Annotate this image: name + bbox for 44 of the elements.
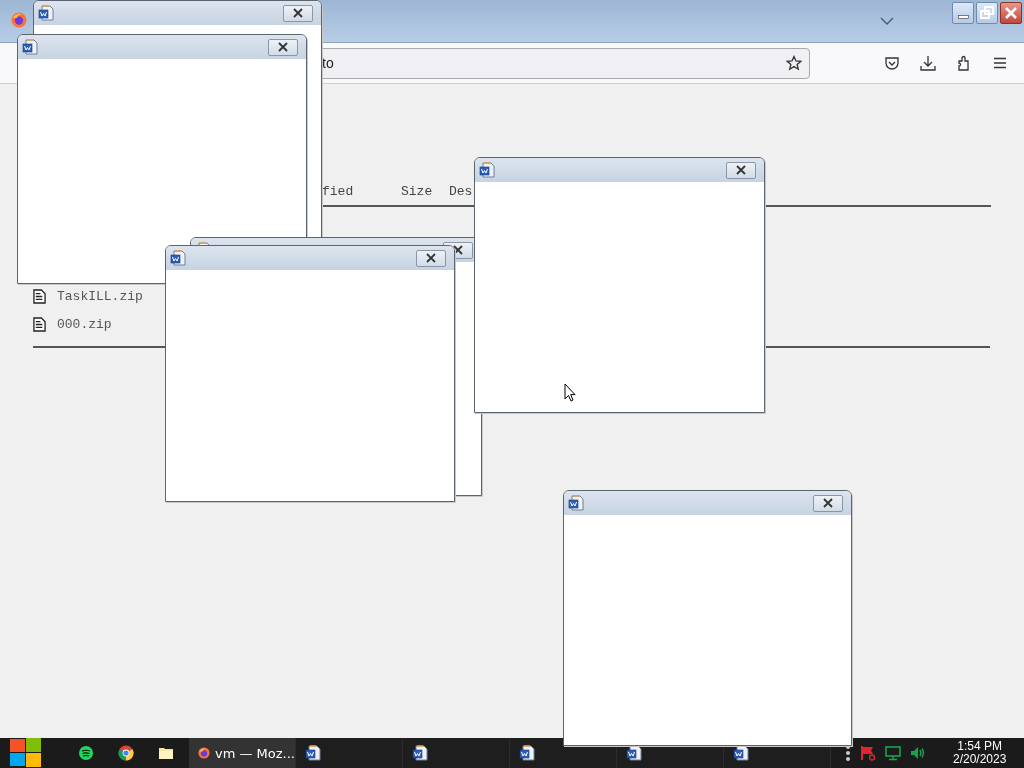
firefox-icon[interactable] — [11, 11, 27, 28]
minimize-button[interactable] — [952, 2, 974, 24]
clock-time: 1:54 PM — [957, 740, 1003, 753]
download-icon[interactable] — [920, 55, 936, 71]
puzzle-icon[interactable] — [956, 55, 972, 71]
close-button[interactable] — [283, 4, 313, 22]
file-icon — [33, 288, 46, 304]
close-icon — [1004, 6, 1018, 20]
clock-date: 2/20/2023 — [953, 753, 1007, 766]
file-name[interactable]: 000.zip — [57, 316, 112, 332]
column-header: fied — [322, 184, 355, 201]
close-icon — [425, 253, 437, 263]
column-header: Size — [401, 184, 434, 201]
cursor-icon — [564, 383, 576, 402]
menu-icon[interactable] — [992, 55, 1008, 71]
more-icon[interactable] — [845, 744, 851, 762]
close-button[interactable] — [416, 249, 446, 267]
pocket-icon[interactable] — [884, 55, 900, 71]
taskbar-button[interactable]: vm — Moz... — [189, 738, 296, 768]
file-icon — [33, 316, 46, 332]
close-button[interactable] — [726, 161, 756, 179]
close-button[interactable] — [1000, 2, 1022, 24]
minimize-icon — [957, 15, 969, 19]
star-icon[interactable] — [786, 55, 802, 71]
monitor-icon[interactable] — [885, 745, 901, 761]
restore-icon — [980, 6, 994, 20]
close-icon — [822, 498, 834, 508]
close-button[interactable] — [268, 38, 298, 56]
restore-button[interactable] — [976, 2, 998, 24]
firefox-icon — [198, 745, 210, 761]
flag-icon[interactable] — [860, 745, 876, 761]
close-icon — [277, 42, 289, 52]
folder-icon[interactable] — [158, 746, 174, 760]
close-icon — [735, 165, 747, 175]
close-icon — [292, 8, 304, 18]
close-icon — [452, 245, 464, 255]
chevron-down-icon[interactable] — [880, 17, 894, 25]
column-header: Des — [449, 184, 473, 201]
file-name[interactable]: TaskILL.zip — [57, 288, 143, 304]
start-icon[interactable] — [10, 738, 42, 768]
music-app-icon[interactable] — [78, 745, 94, 761]
speaker-icon[interactable] — [910, 745, 926, 761]
close-button[interactable] — [813, 494, 843, 512]
chrome-icon[interactable] — [118, 745, 134, 761]
